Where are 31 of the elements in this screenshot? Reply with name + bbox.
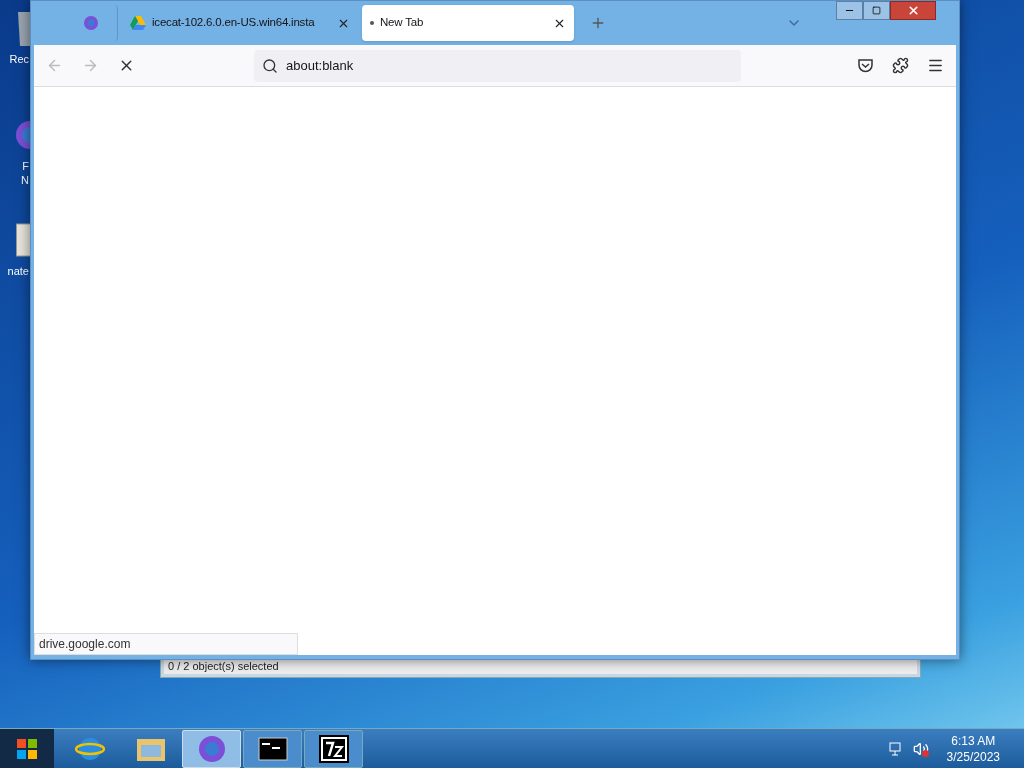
- browser-logo-icon: [83, 15, 99, 31]
- start-button[interactable]: [0, 728, 54, 768]
- windows-logo-icon: [15, 736, 39, 761]
- maximize-button[interactable]: [863, 1, 890, 20]
- taskbar-button[interactable]: [304, 729, 363, 768]
- archive-app-icon: [318, 734, 349, 763]
- status-text: 0 / 2 object(s) selected: [168, 659, 279, 674]
- close-button[interactable]: [890, 1, 936, 20]
- close-icon: [906, 4, 920, 17]
- browser-tab[interactable]: New Tab: [362, 5, 574, 41]
- pocket-icon[interactable]: [857, 57, 874, 74]
- terminal-icon: [257, 736, 288, 761]
- desktop-icon-label[interactable]: Rec: [9, 52, 30, 66]
- address-bar[interactable]: about:blank: [254, 49, 741, 82]
- puzzle-icon[interactable]: [892, 57, 909, 74]
- browser-logo-icon: [196, 733, 227, 764]
- status-link-text: drive.google.com: [39, 636, 131, 653]
- taskbar-button[interactable]: [243, 729, 302, 768]
- desktop-icon-label[interactable]: F N: [21, 159, 30, 187]
- tab-title: icecat-102.6.0.en-US.win64.insta: [152, 15, 316, 31]
- desktop-icon-label[interactable]: nate: [7, 264, 30, 278]
- tab-title: New Tab: [380, 15, 425, 31]
- menu-icon[interactable]: [927, 57, 944, 74]
- search-icon: [262, 57, 278, 74]
- drive-triangle-icon: [130, 16, 146, 30]
- clock-time[interactable]: 6:13 AM: [951, 732, 996, 749]
- muted-speaker-icon[interactable]: [912, 740, 929, 757]
- address-text: about:blank: [286, 56, 354, 75]
- clock-date[interactable]: 3/25/2023: [946, 748, 1000, 765]
- maximize-icon: [872, 6, 881, 15]
- browser-tab[interactable]: icecat-102.6.0.en-US.win64.insta: [122, 5, 358, 41]
